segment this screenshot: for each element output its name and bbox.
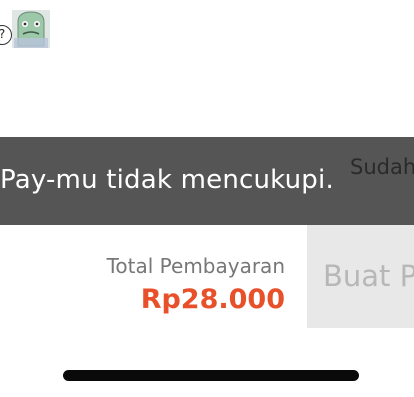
toast-message: Pay-mu tidak mencukupi. bbox=[0, 165, 334, 195]
mascot-avatar-icon bbox=[12, 10, 50, 48]
place-order-button[interactable]: Buat P bbox=[307, 225, 414, 328]
help-icon[interactable]: ? bbox=[0, 25, 12, 45]
place-order-label: Buat P bbox=[323, 259, 414, 293]
insufficient-balance-toast: Pay-mu tidak mencukupi. Sudah bbox=[0, 137, 414, 225]
total-payment-label: Total Pembayaran bbox=[106, 254, 285, 278]
home-indicator bbox=[63, 370, 359, 381]
toast-secondary-text: Sudah bbox=[350, 155, 414, 179]
total-payment-amount: Rp28.000 bbox=[140, 284, 285, 315]
